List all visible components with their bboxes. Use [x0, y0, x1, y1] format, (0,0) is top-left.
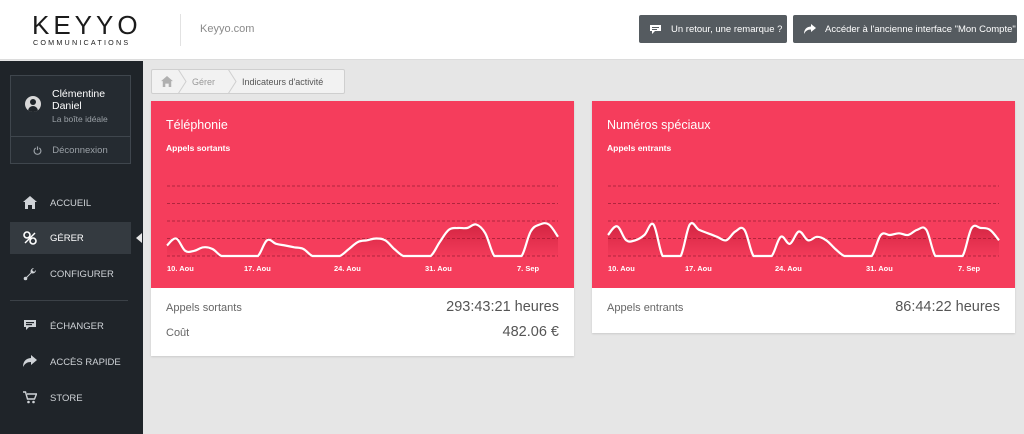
card-telephonie: Téléphonie Appels sortants 10. Aou 17. Ao…: [151, 101, 574, 356]
telephonie-chart-panel: Téléphonie Appels sortants 10. Aou 17. Ao…: [151, 101, 574, 288]
feedback-button[interactable]: Un retour, une remarque ?: [639, 15, 787, 43]
keyyo-logo[interactable]: KEYYO COMMUNICATIONS: [32, 12, 150, 48]
nav-label-echanger: ÉCHANGER: [50, 320, 104, 332]
nav-divider: [10, 300, 128, 301]
nav-label-gerer: GÉRER: [50, 232, 84, 244]
stat-row: Coût 482.06 €: [166, 323, 559, 343]
home-icon[interactable]: [161, 76, 173, 87]
home-icon: [23, 196, 37, 209]
stat-value: 482.06 €: [502, 324, 559, 340]
avatar: [25, 96, 41, 112]
user-company: La boîte idéale: [52, 114, 108, 124]
x-tick-label: 24. Aou: [775, 264, 802, 273]
x-tick-label: 17. Aou: [685, 264, 712, 273]
card-numeros-speciaux: Numéros spéciaux Appels entrants 10. Aou…: [592, 101, 1015, 333]
settings-icon: [23, 231, 37, 245]
cart-icon: [23, 391, 37, 404]
x-tick-label: 17. Aou: [244, 264, 271, 273]
logout-label: Déconnexion: [52, 145, 108, 156]
keyyo-site-link[interactable]: Keyyo.com: [200, 23, 254, 35]
power-icon: [33, 146, 42, 155]
user-name: Clémentine Daniel: [52, 88, 106, 112]
stat-row: Appels sortants 293:43:21 heures: [166, 298, 559, 318]
logo-wordmark: KEYYO: [32, 10, 142, 40]
share-arrow-icon: [804, 23, 816, 34]
logout-button[interactable]: Déconnexion: [11, 137, 130, 164]
x-tick-label: 7. Sep: [517, 264, 540, 273]
x-tick-label: 31. Aou: [425, 264, 452, 273]
x-tick-label: 7. Sep: [958, 264, 981, 273]
breadcrumb-separator: [228, 69, 237, 94]
nav-item-gerer[interactable]: GÉRER: [10, 222, 142, 254]
telephonie-area-chart: 10. Aou 17. Aou 24. Aou 31. Aou 7. Sep: [166, 185, 559, 273]
stat-row: Appels entrants 86:44:22 heures: [607, 298, 1000, 318]
header-divider: [180, 14, 181, 46]
x-tick-label: 24. Aou: [334, 264, 361, 273]
nav-item-accueil[interactable]: ACCUEIL: [10, 187, 131, 219]
stat-label: Appels sortants: [166, 302, 242, 314]
nav-item-echanger[interactable]: ÉCHANGER: [10, 310, 131, 342]
stat-value: 86:44:22 heures: [895, 299, 1000, 315]
nav-item-configurer[interactable]: CONFIGURER: [10, 258, 131, 290]
nav-label-acces-rapide: ACCÈS RAPIDE: [50, 356, 121, 368]
logo-subtext: COMMUNICATIONS: [33, 38, 131, 47]
legacy-interface-button[interactable]: Accéder à l'ancienne interface "Mon Comp…: [793, 15, 1017, 43]
chat-icon: [24, 320, 36, 330]
stat-label: Coût: [166, 327, 190, 339]
wrench-icon: [23, 268, 36, 281]
nav-label-accueil: ACCUEIL: [50, 197, 92, 209]
nav-item-acces-rapide[interactable]: ACCÈS RAPIDE: [10, 346, 131, 378]
x-tick-label: 10. Aou: [167, 264, 194, 273]
breadcrumb-item-gerer[interactable]: Gérer: [192, 77, 215, 87]
user-profile-box: Clémentine Daniel La boîte idéale Déconn…: [10, 75, 131, 164]
chat-icon: [650, 24, 661, 34]
breadcrumb: Gérer Indicateurs d'activité: [151, 69, 345, 94]
nav-label-store: STORE: [50, 392, 83, 404]
nav-label-configurer: CONFIGURER: [50, 268, 114, 280]
numeros-area-chart: 10. Aou 17. Aou 24. Aou 31. Aou 7. Sep: [607, 185, 1000, 273]
top-header: KEYYO COMMUNICATIONS Keyyo.com Un retour…: [0, 0, 1024, 60]
breadcrumb-separator: [178, 69, 187, 94]
breadcrumb-item-current: Indicateurs d'activité: [242, 77, 324, 87]
stat-label: Appels entrants: [607, 302, 684, 314]
numeros-chart-panel: Numéros spéciaux Appels entrants 10. Aou…: [592, 101, 1015, 288]
x-tick-label: 31. Aou: [866, 264, 893, 273]
series-area: [167, 223, 558, 256]
stat-value: 293:43:21 heures: [446, 299, 559, 315]
x-tick-label: 10. Aou: [608, 264, 635, 273]
series-area: [608, 223, 999, 256]
nav-item-store[interactable]: STORE: [10, 382, 131, 414]
share-icon: [23, 355, 37, 367]
legacy-interface-label: Accéder à l'ancienne interface "Mon Comp…: [825, 23, 1016, 35]
sidebar: Clémentine Daniel La boîte idéale Déconn…: [0, 61, 143, 434]
feedback-button-label: Un retour, une remarque ?: [671, 23, 783, 35]
